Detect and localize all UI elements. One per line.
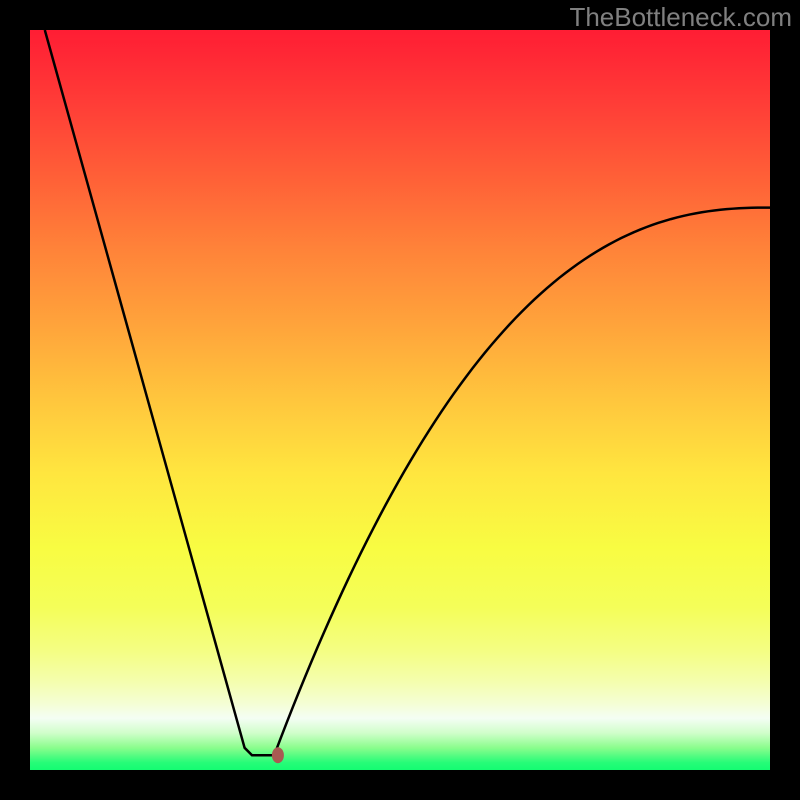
minimum-marker-dot <box>272 747 284 763</box>
plot-area <box>30 30 770 770</box>
bottleneck-curve-line <box>45 30 770 755</box>
chart-svg <box>30 30 770 770</box>
watermark-text: TheBottleneck.com <box>569 2 792 33</box>
